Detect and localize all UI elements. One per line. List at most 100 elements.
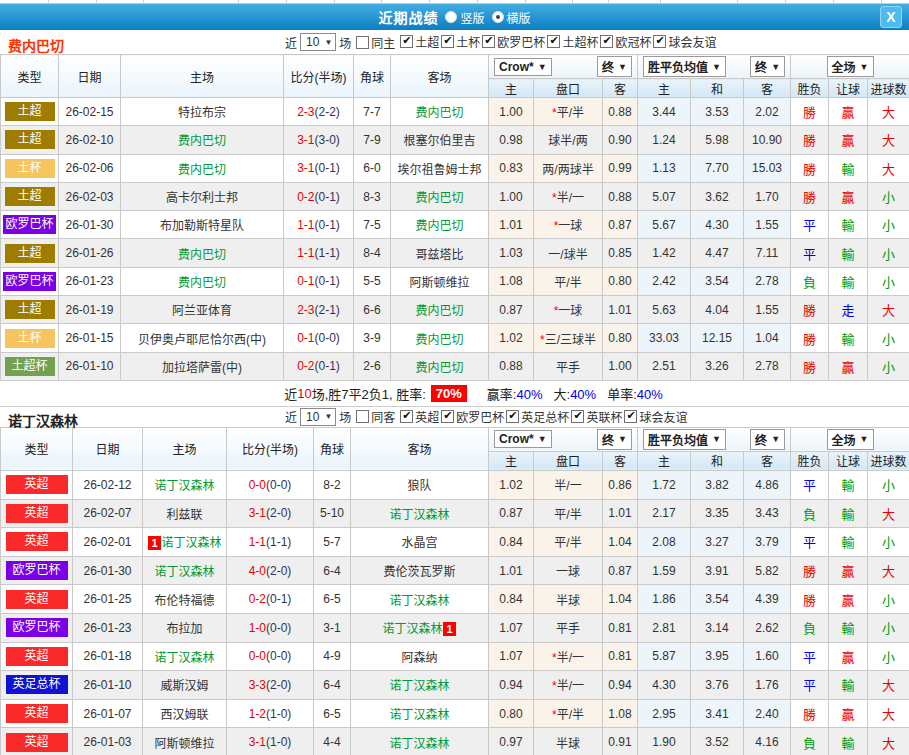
cell-league: 土超 xyxy=(1,182,59,210)
match-row: 土超 26-02-15 特拉布宗 2-3(2-2) 7-7 费内巴切 1.00 … xyxy=(1,98,909,126)
cell-away-team: 费伦茨瓦罗斯 xyxy=(351,556,489,585)
cell-handicap: 球半/两 xyxy=(534,126,603,154)
avg-dropdown[interactable]: 胜平负均值▼ xyxy=(643,56,726,77)
cell-league: 英超 xyxy=(1,728,73,755)
league-checkbox[interactable] xyxy=(441,410,454,423)
cell-handicap: *半/一 xyxy=(534,642,603,671)
league-checkbox[interactable] xyxy=(600,35,613,48)
cell-handicap-result: 輸 xyxy=(829,267,868,295)
avg-final-dropdown[interactable]: 终▼ xyxy=(750,56,785,77)
vertical-radio[interactable] xyxy=(445,11,457,23)
close-button[interactable]: X xyxy=(880,6,902,28)
league-checkbox[interactable] xyxy=(400,35,413,48)
cell-avg-win: 5.07 xyxy=(638,182,691,210)
recent-results-panel: 近期战绩 竖版 横版 X 费内巴切 近 10▼ 场 同主 土超土杯欧罗巴杯土超杯… xyxy=(0,0,909,755)
match-row: 英足总杯 26-01-10 威斯汉姆 3-3(2-0) 6-4 诺丁汉森林 0.… xyxy=(1,671,909,700)
match-count-select[interactable]: 10▼ xyxy=(300,408,336,426)
cell-odds-home: 1.03 xyxy=(489,239,534,267)
filter-league[interactable]: 英联杯 xyxy=(571,408,622,425)
filter-league[interactable]: 欧罗巴杯 xyxy=(482,33,545,50)
filter-league[interactable]: 英足总杯 xyxy=(506,408,569,425)
match-count-select[interactable]: 10▼ xyxy=(300,33,336,51)
cell-avg-draw: 4.30 xyxy=(691,211,744,239)
cell-away-team: 诺丁汉森林 xyxy=(351,499,489,528)
cell-outcome: 平 xyxy=(791,528,829,557)
odds-source-dropdown[interactable]: Crow*▼ xyxy=(494,58,552,76)
league-checkbox[interactable] xyxy=(571,410,584,423)
league-checkbox[interactable] xyxy=(441,35,454,48)
league-checkbox[interactable] xyxy=(506,410,519,423)
cell-home-team: 诺丁汉森林 xyxy=(143,556,227,585)
cell-avg-draw: 3.62 xyxy=(691,182,744,210)
cell-away-team: 哥兹塔比 xyxy=(391,239,489,267)
cell-away-team: 埃尔祖鲁姆士邦 xyxy=(391,154,489,182)
layout-vertical-option[interactable]: 竖版 xyxy=(445,9,484,26)
cell-home-team: 诺丁汉森林 xyxy=(143,470,227,499)
col-home: 主场 xyxy=(143,427,227,470)
cell-avg-lose: 2.02 xyxy=(744,98,791,126)
filter-league[interactable]: 土超杯 xyxy=(547,33,598,50)
same-away-checkbox[interactable] xyxy=(356,410,369,423)
cell-odds-away: 1.00 xyxy=(603,352,638,380)
cell-handicap: 半/一 xyxy=(534,470,603,499)
filter-same-away[interactable]: 同客 xyxy=(356,408,395,425)
cell-score: 0-0(0-0) xyxy=(227,470,314,499)
chevron-down-icon: ▼ xyxy=(712,62,721,72)
filter-league[interactable]: 土杯 xyxy=(441,33,480,50)
cell-odds-home: 1.00 xyxy=(489,182,534,210)
cell-odds-home: 1.02 xyxy=(489,324,534,352)
filter-league[interactable]: 球会友谊 xyxy=(653,33,716,50)
cell-total-result: 小 xyxy=(868,324,909,352)
odds-source-dropdown[interactable]: Crow*▼ xyxy=(494,430,552,448)
cell-score: 1-1(1-1) xyxy=(227,528,314,557)
cell-odds-home: 1.01 xyxy=(489,556,534,585)
cell-score: 2-3(2-1) xyxy=(284,296,354,324)
cell-date: 26-02-10 xyxy=(59,126,121,154)
odds-final-dropdown[interactable]: 终▼ xyxy=(597,429,632,450)
layout-horizontal-option[interactable]: 横版 xyxy=(492,9,531,26)
fulltime-dropdown[interactable]: 全场▼ xyxy=(827,56,874,77)
filter-league[interactable]: 欧冠杯 xyxy=(600,33,651,50)
league-checkbox[interactable] xyxy=(482,35,495,48)
cell-score: 1-0(0-0) xyxy=(227,613,314,642)
cell-avg-lose: 2.62 xyxy=(744,613,791,642)
cell-away-team: 阿森纳 xyxy=(351,642,489,671)
vertical-radio-label: 竖版 xyxy=(460,9,484,26)
cell-avg-win: 3.44 xyxy=(638,98,691,126)
league-checkbox[interactable] xyxy=(547,35,560,48)
cell-total-result: 小 xyxy=(868,528,909,557)
cell-total-result: 大 xyxy=(868,556,909,585)
cell-total-result: 小 xyxy=(868,642,909,671)
cell-outcome: 負 xyxy=(791,728,829,755)
cell-odds-home: 0.94 xyxy=(489,671,534,700)
avg-dropdown[interactable]: 胜平负均值▼ xyxy=(643,429,726,450)
league-checkbox[interactable] xyxy=(400,410,413,423)
titlebar: 近期战绩 竖版 横版 X xyxy=(0,4,909,30)
cell-home-team: 阿兰亚体育 xyxy=(121,296,284,324)
cell-handicap-result: 輸 xyxy=(829,613,868,642)
chevron-down-icon: ▼ xyxy=(771,434,780,444)
filter-league[interactable]: 土超 xyxy=(400,33,439,50)
avg-final-dropdown[interactable]: 终▼ xyxy=(750,429,785,450)
filter-league[interactable]: 球会友谊 xyxy=(624,408,687,425)
league-checkbox[interactable] xyxy=(653,35,666,48)
cell-away-team: 费内巴切 xyxy=(391,182,489,210)
cell-league: 英超 xyxy=(1,585,73,614)
league-checkbox[interactable] xyxy=(624,410,637,423)
horizontal-radio[interactable] xyxy=(492,11,504,23)
cell-date: 26-01-23 xyxy=(59,267,121,295)
cell-score: 3-1(2-0) xyxy=(227,499,314,528)
filter-league[interactable]: 欧罗巴杯 xyxy=(441,408,504,425)
fulltime-dropdown[interactable]: 全场▼ xyxy=(827,429,874,450)
cell-avg-draw: 3.82 xyxy=(691,470,744,499)
filter-league[interactable]: 英超 xyxy=(400,408,439,425)
same-home-checkbox[interactable] xyxy=(356,36,369,49)
team-a-league-filters: 土超土杯欧罗巴杯土超杯欧冠杯球会友谊 xyxy=(398,33,716,51)
match-row: 英超 26-01-07 西汉姆联 1-2(1-0) 6-5 诺丁汉森林 0.80… xyxy=(1,699,909,728)
cell-league: 土超 xyxy=(1,126,59,154)
cell-handicap: *一球 xyxy=(534,211,603,239)
odds-final-dropdown[interactable]: 终▼ xyxy=(597,56,632,77)
filter-same-home[interactable]: 同主 xyxy=(356,34,395,51)
cell-handicap: 平手 xyxy=(534,352,603,380)
cell-handicap-result: 贏 xyxy=(829,556,868,585)
